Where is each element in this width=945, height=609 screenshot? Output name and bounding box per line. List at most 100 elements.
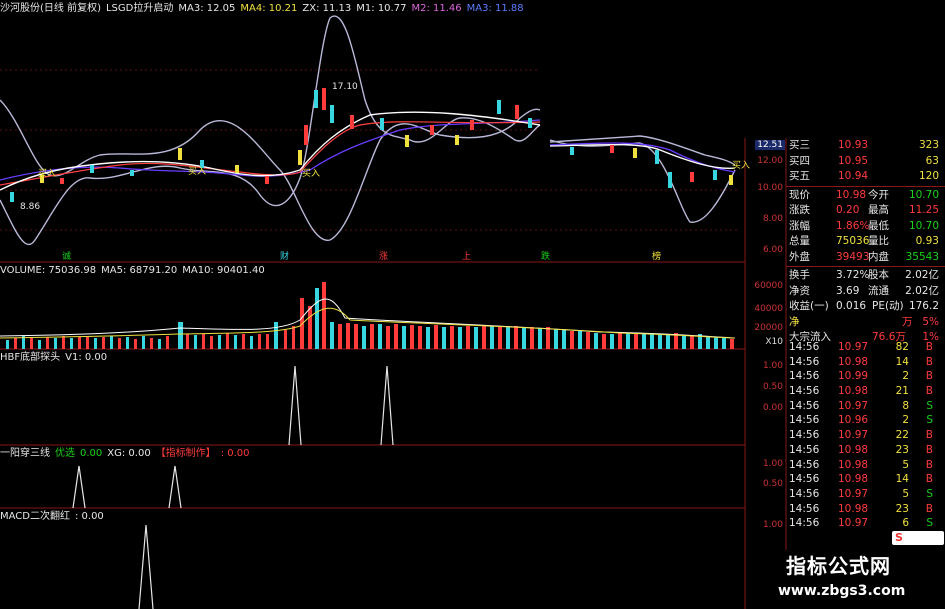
candle (130, 170, 134, 176)
volume-bar (30, 338, 33, 349)
price-axis-tick: 6.00 (762, 245, 783, 255)
volume-bar (610, 334, 614, 349)
trade-volume: 8 (902, 399, 909, 412)
fin-label: 换手 (789, 269, 810, 281)
order-price: 10.94 (838, 170, 869, 182)
volume-bar (650, 333, 654, 349)
trade-time: 14:56 (789, 443, 820, 456)
trade-volume: 5 (902, 458, 909, 471)
volume-bar (706, 336, 710, 349)
volume-bar (54, 338, 57, 349)
volume-bar (14, 338, 17, 349)
volume-bar (284, 330, 287, 349)
price-axis-tick: 8.00 (762, 214, 783, 224)
trade-time: 14:56 (789, 341, 820, 353)
volume-bars (6, 282, 734, 349)
trade-row: 14:56 10.97 5 S (786, 487, 945, 502)
trade-volume: 5 (902, 487, 909, 500)
watermark-brand: 指标公式网 (786, 554, 891, 578)
candle (515, 105, 519, 119)
volume-bar (6, 340, 9, 349)
volume-bar (546, 327, 550, 349)
volume-bar (110, 336, 113, 349)
stat-label: 最高 (868, 204, 889, 216)
candle (90, 165, 94, 173)
volume-bar (218, 335, 221, 349)
volume-bar (158, 339, 161, 349)
hbf-title[interactable]: HBF底部探头 (0, 352, 60, 363)
ma-blue-line-right (549, 142, 736, 173)
volume-bar (102, 337, 105, 349)
trade-volume: 21 (895, 385, 909, 398)
yang-tag-value: : 0.00 (220, 448, 250, 459)
price-axis: 12.51 12.00 10.00 8.00 6.00 (745, 138, 785, 262)
trade-row: 14:56 10.98 23 B (786, 502, 945, 517)
volume-bar (594, 333, 598, 349)
trade-side: B (925, 443, 933, 456)
candle (430, 125, 434, 135)
watermark-url: www.zbgs3.com (778, 583, 906, 599)
volume-bar (386, 326, 390, 349)
volume-bar (714, 337, 718, 349)
candle (528, 118, 532, 128)
stat-value: 75036 (836, 235, 870, 247)
volume-bar (530, 327, 534, 349)
trade-side: B (925, 429, 933, 442)
trade-price: 10.97 (838, 341, 869, 353)
stat-label: 今开 (868, 188, 889, 201)
stat-label: 涨幅 (789, 219, 810, 232)
volume-bar (142, 336, 145, 349)
trade-price: 10.97 (838, 517, 869, 530)
volume-bar (450, 326, 454, 349)
volume-bar (418, 326, 422, 349)
volume-bar (514, 326, 518, 349)
fin-label: 股本 (868, 269, 889, 281)
order-price: 10.95 (838, 154, 869, 167)
trade-time: 14:56 (789, 517, 820, 530)
sogou-toolbar-icon[interactable]: S (892, 531, 944, 545)
order-book-row: 买五 10.94 120 (786, 169, 945, 185)
volume-bar (394, 324, 398, 349)
volume-bar (38, 340, 41, 349)
macd-title[interactable]: MACD二次翻红 (0, 511, 70, 522)
hbf-axis-tick: 1.00 (762, 361, 783, 371)
hbf-axis: 1.00 0.50 0.00 (745, 349, 785, 445)
trade-time: 14:56 (789, 487, 820, 500)
volume-bar (322, 282, 326, 349)
trade-volume: 2 (902, 370, 909, 383)
candle (633, 148, 637, 158)
volume-bar (210, 336, 213, 349)
volume-title[interactable]: VOLUME: 75036.98 (0, 265, 96, 276)
trade-price: 10.97 (838, 429, 869, 442)
trade-volume: 14 (895, 355, 909, 368)
phase-label: 跌 (541, 252, 551, 262)
volume-bar (618, 333, 622, 349)
fin-value: 2.02亿 (905, 284, 939, 297)
yang-signal-spike (168, 465, 182, 509)
trade-row: 14:56 10.98 14 B (786, 472, 945, 487)
candle (729, 175, 733, 185)
macd-header: MACD二次翻红: 0.00 (0, 510, 109, 524)
watermark-block: 指标公式网 www.zbgs3.com (748, 550, 945, 609)
trade-row: 14:56 10.97 82 B (786, 340, 945, 355)
trade-price: 10.97 (838, 399, 869, 412)
order-volume: 323 (918, 139, 939, 151)
yang-opt-value: 0.00 (80, 448, 103, 459)
trade-price: 10.99 (838, 370, 869, 383)
trade-price: 10.98 (838, 355, 869, 368)
candle (713, 170, 717, 180)
trade-row: 14:56 10.98 14 B (786, 355, 945, 370)
candle (470, 120, 474, 130)
stat-label: 外盘 (789, 250, 810, 263)
volume-bar (658, 334, 662, 349)
stat-value: 10.98 (836, 188, 867, 201)
candle (350, 115, 354, 129)
candle (60, 178, 64, 184)
volume-ma10: MA10: 90401.40 (182, 265, 265, 276)
trade-volume: 23 (895, 443, 909, 456)
yang-title[interactable]: 一阳穿三线 (0, 448, 50, 459)
volume-bar (315, 288, 319, 349)
hbf-signal-spike (288, 365, 302, 446)
volume-bar (354, 324, 358, 349)
trade-list[interactable]: 14:56 10.97 82 B 14:56 10.98 14 B 14:56 10.99 2 B… (786, 340, 945, 531)
